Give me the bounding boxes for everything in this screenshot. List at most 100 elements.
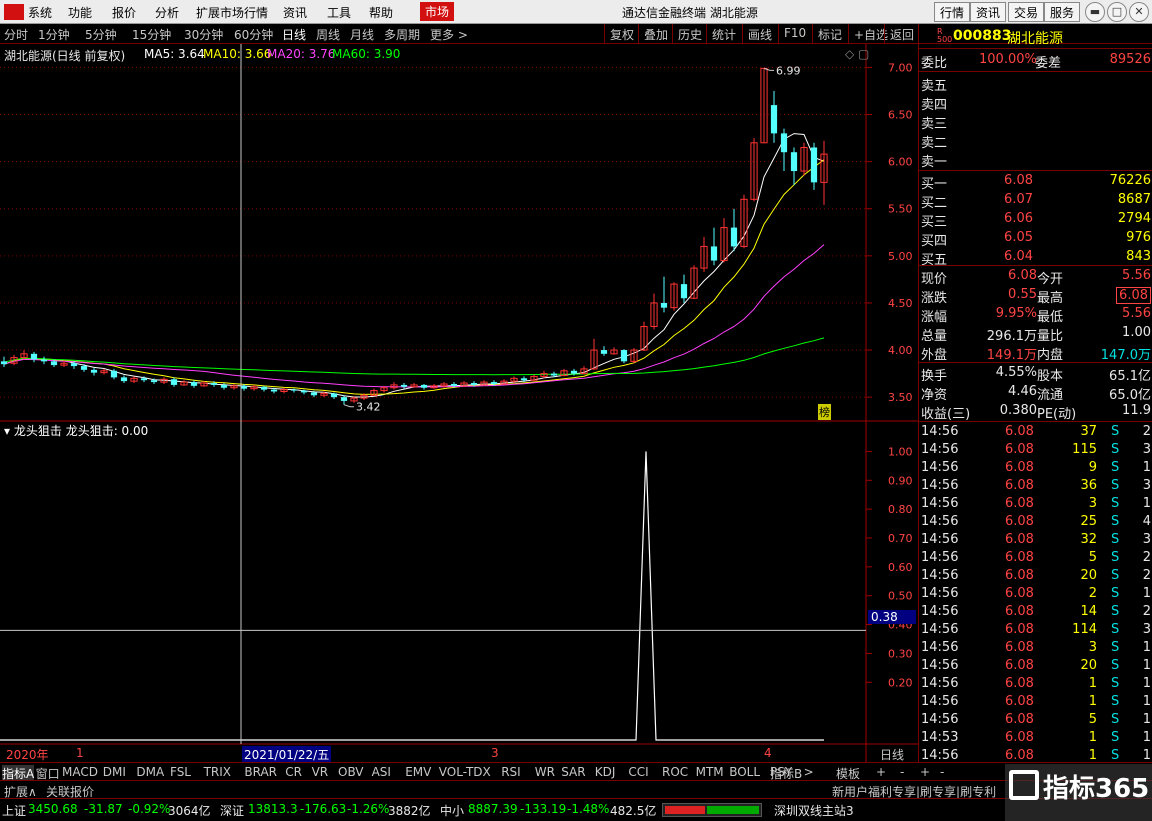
period-more[interactable]: 更多 > xyxy=(430,26,468,43)
tick-row[interactable]: 14:56 6.08 37 S 2 xyxy=(919,423,1152,441)
menu-market[interactable]: 市场 xyxy=(420,2,455,21)
candle-body xyxy=(310,392,318,396)
indicator-tab[interactable]: MACD xyxy=(62,765,98,779)
tool-f10[interactable]: F10 xyxy=(778,24,811,43)
ma10-legend: MA10: 3.66 xyxy=(203,47,272,61)
indicator-tab[interactable]: BRAR xyxy=(244,765,277,779)
tick-row[interactable]: 14:53 6.08 1 S 1 xyxy=(919,729,1152,747)
tool-overlay[interactable]: 叠加 xyxy=(638,24,673,43)
indicator-tab[interactable]: DMA xyxy=(136,765,164,779)
indicator-tab[interactable]: KDJ xyxy=(595,765,616,779)
menu-info[interactable]: 资讯 xyxy=(283,4,307,21)
indicator-tab[interactable]: EMV xyxy=(405,765,431,779)
tick-row[interactable]: 14:56 6.08 5 S 2 xyxy=(919,549,1152,567)
ask-row[interactable]: 卖五 xyxy=(919,74,1152,94)
period-timeshare[interactable]: 分时 xyxy=(4,26,28,43)
menu-analysis[interactable]: 分析 xyxy=(155,4,179,21)
indicator-tab[interactable]: CCI xyxy=(628,765,648,779)
menu-system[interactable]: 系统 xyxy=(28,4,52,21)
ask-row[interactable]: 卖一 xyxy=(919,150,1152,170)
tick-row[interactable]: 14:56 6.08 3 S 1 xyxy=(919,639,1152,657)
tick-row[interactable]: 14:56 6.08 1 S 1 xyxy=(919,675,1152,693)
bid-row[interactable]: 买一 6.08 76226 xyxy=(919,172,1152,192)
candle-body xyxy=(210,383,218,385)
rank-badge[interactable]: 榜 xyxy=(818,404,831,420)
tool-stats[interactable]: 统计 xyxy=(706,24,741,43)
indicator-tab-right[interactable]: - xyxy=(900,765,904,779)
candle-body xyxy=(110,370,118,378)
period-15min[interactable]: 15分钟 xyxy=(132,26,171,43)
minimize-icon[interactable]: ▬ xyxy=(1085,2,1105,22)
indicator-tab-right[interactable]: - xyxy=(940,765,944,779)
ask-row[interactable]: 卖三 xyxy=(919,112,1152,132)
indicator-tab[interactable]: ROC xyxy=(662,765,688,779)
tick-row[interactable]: 14:56 6.08 1 S 1 xyxy=(919,693,1152,711)
ask-row[interactable]: 卖四 xyxy=(919,93,1152,113)
bid-row[interactable]: 买四 6.05 976 xyxy=(919,229,1152,249)
tick-row[interactable]: 14:56 6.08 5 S 1 xyxy=(919,711,1152,729)
menu-tools[interactable]: 工具 xyxy=(327,4,351,21)
ask-row[interactable]: 卖二 xyxy=(919,131,1152,151)
tick-row[interactable]: 14:56 6.08 20 S 2 xyxy=(919,567,1152,585)
period-multi[interactable]: 多周期 xyxy=(384,26,420,43)
indicator-tab[interactable]: RSI xyxy=(501,765,521,779)
tick-row[interactable]: 14:56 6.08 20 S 1 xyxy=(919,657,1152,675)
indicator-tab[interactable]: BOLL xyxy=(729,765,760,779)
server-name[interactable]: 深圳双线主站3 xyxy=(774,802,854,819)
indicator-tab[interactable]: TRIX xyxy=(204,765,231,779)
indicator-tab[interactable]: MTM xyxy=(696,765,724,779)
indicator-tab[interactable]: WR xyxy=(535,765,555,779)
close-icon[interactable]: ✕ xyxy=(1129,2,1149,22)
candle-body xyxy=(290,389,298,391)
tool-draw[interactable]: 画线 xyxy=(742,24,777,43)
bid-row[interactable]: 买三 6.06 2794 xyxy=(919,210,1152,230)
btn-service[interactable]: 服务 xyxy=(1044,2,1081,22)
ytick-label: 0.90 xyxy=(888,474,913,487)
indicator-tab[interactable]: > xyxy=(804,765,814,779)
tick-row[interactable]: 14:56 6.08 25 S 4 xyxy=(919,513,1152,531)
maximize-icon[interactable]: □ xyxy=(1107,2,1127,22)
tick-row[interactable]: 14:56 6.08 115 S 3 xyxy=(919,441,1152,459)
indicator-tab-right[interactable]: + xyxy=(920,765,930,779)
period-30min[interactable]: 30分钟 xyxy=(184,26,223,43)
bid-row[interactable]: 买二 6.07 8687 xyxy=(919,191,1152,211)
tool-mark[interactable]: 标记 xyxy=(812,24,847,43)
period-weekly[interactable]: 周线 xyxy=(316,26,340,43)
tick-row[interactable]: 14:56 6.08 2 S 1 xyxy=(919,585,1152,603)
indicator-tab[interactable]: VOL-TDX xyxy=(439,765,491,779)
btn-trade[interactable]: 交易 xyxy=(1008,2,1045,22)
menu-quote[interactable]: 报价 xyxy=(112,4,136,21)
tool-back[interactable]: 返回 xyxy=(884,24,919,43)
tick-row[interactable]: 14:56 6.08 14 S 2 xyxy=(919,603,1152,621)
indicator-tab[interactable]: OBV xyxy=(338,765,364,779)
period-1min[interactable]: 1分钟 xyxy=(38,26,70,43)
tool-history[interactable]: 历史 xyxy=(672,24,707,43)
menu-help[interactable]: 帮助 xyxy=(369,4,393,21)
tick-row[interactable]: 14:56 6.08 3 S 1 xyxy=(919,495,1152,513)
indicator-tab-right[interactable]: + xyxy=(876,765,886,779)
menu-ext-market[interactable]: 扩展市场行情 xyxy=(196,4,268,21)
period-60min[interactable]: 60分钟 xyxy=(234,26,273,43)
tick-row[interactable]: 14:56 6.08 9 S 1 xyxy=(919,459,1152,477)
chart-area[interactable]: 7.00 6.50 6.00 5.50 5.00 4.50 4.00 3.50 6.99 3.4… xyxy=(0,44,918,763)
indicator-tab[interactable]: VR xyxy=(312,765,329,779)
tick-row[interactable]: 14:56 6.08 36 S 3 xyxy=(919,477,1152,495)
menu-function[interactable]: 功能 xyxy=(68,4,92,21)
tick-row[interactable]: 14:56 6.08 114 S 3 xyxy=(919,621,1152,639)
tick-row[interactable]: 14:56 6.08 32 S 3 xyxy=(919,531,1152,549)
period-5min[interactable]: 5分钟 xyxy=(85,26,117,43)
tool-fuquan[interactable]: 复权 xyxy=(604,24,639,43)
indicator-tab[interactable]: ASI xyxy=(372,765,391,779)
btn-quotes[interactable]: 行情 xyxy=(934,2,971,22)
indicator-tab[interactable]: DMI xyxy=(103,765,126,779)
btn-news[interactable]: 资讯 xyxy=(970,2,1007,22)
ytick-label: 1.00 xyxy=(888,445,913,458)
indicator-tab[interactable]: FSL xyxy=(170,765,191,779)
period-monthly[interactable]: 月线 xyxy=(350,26,374,43)
period-daily[interactable]: 日线 xyxy=(282,26,306,43)
indicator-tab[interactable]: CR xyxy=(285,765,302,779)
kline-chart[interactable]: 7.00 6.50 6.00 5.50 5.00 4.50 4.00 3.50 6.99 3.4… xyxy=(0,44,918,762)
indicator-tab[interactable]: SAR xyxy=(561,765,585,779)
sh-amount: 3064亿 xyxy=(168,804,211,818)
chart-options-icon[interactable]: ◇ ▢ xyxy=(845,47,869,61)
